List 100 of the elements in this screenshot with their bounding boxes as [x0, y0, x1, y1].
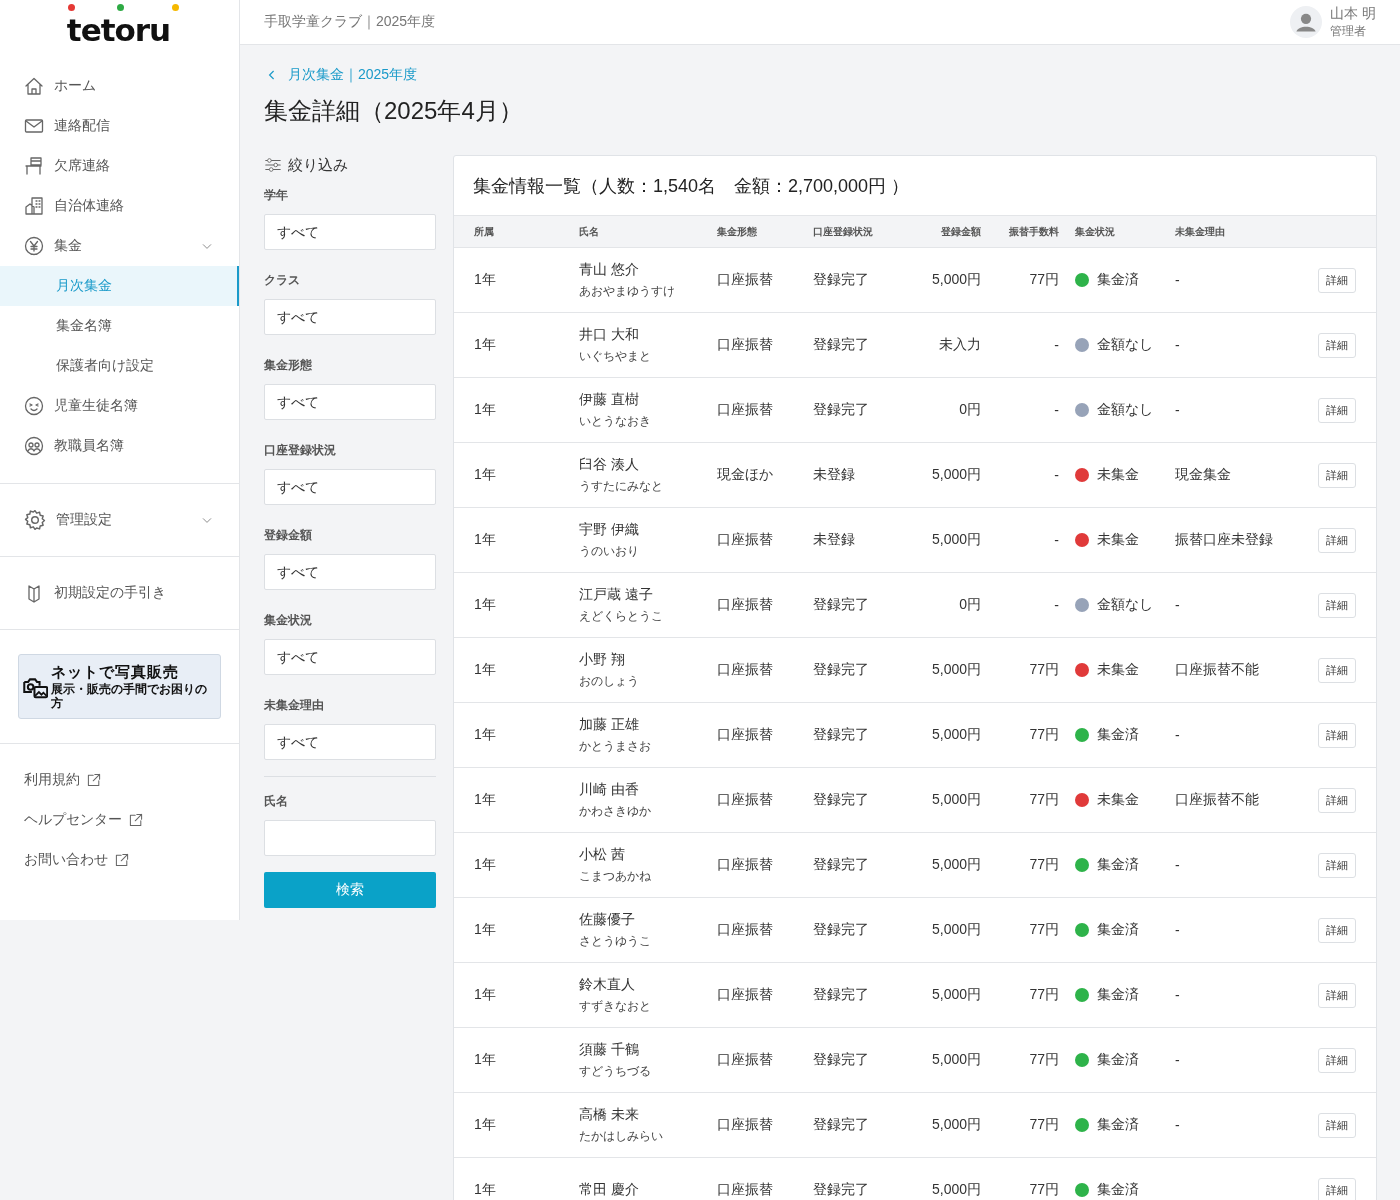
nav-item[interactable]: 自治体連絡 [0, 186, 239, 226]
status-label: 集金済 [1097, 1051, 1139, 1069]
house-icon [24, 76, 44, 96]
select-field[interactable]: すべて [264, 299, 436, 335]
table-cell-text: 1年 [474, 661, 497, 679]
name-input-field[interactable] [264, 820, 436, 856]
detail-button[interactable]: 詳細 [1318, 527, 1356, 553]
status-label: 金額なし [1097, 336, 1153, 354]
table-cell-text: - [1174, 727, 1181, 743]
select-field[interactable]: すべて [264, 724, 436, 760]
detail-button[interactable]: 詳細 [1318, 592, 1356, 618]
student-kana: すずきなおと [579, 997, 652, 1015]
student-name: 青山 悠介 [579, 260, 640, 279]
table-cell-text: 登録完了 [813, 336, 870, 354]
status-label: 未集金 [1097, 661, 1139, 679]
table-cell-text: 77円 [1028, 921, 1060, 939]
select-field[interactable]: すべて [264, 384, 436, 420]
table-cell-text: 口座振替 [717, 336, 774, 354]
detail-button[interactable]: 詳細 [1318, 657, 1356, 683]
nav-item[interactable]: 連絡配信 [0, 106, 239, 146]
detail-button[interactable]: 詳細 [1318, 397, 1356, 423]
table-cell-text: 登録完了 [813, 921, 870, 939]
nav-subitem[interactable]: 集金名簿 [0, 306, 239, 346]
external-link-icon [114, 852, 130, 868]
status-label: 金額なし [1097, 596, 1153, 614]
detail-button[interactable]: 詳細 [1318, 1047, 1356, 1073]
status-label: 集金済 [1097, 986, 1139, 1004]
user-name: 山本 明 [1330, 4, 1376, 22]
field-label: 氏名 [264, 793, 289, 810]
column-header: 集金形態 [717, 224, 758, 239]
table-cell-text: 口座振替 [717, 986, 774, 1004]
table-cell-text: 5,000円 [930, 856, 982, 874]
column-header: 口座登録状況 [813, 224, 874, 239]
student-name: 佐藤優子 [579, 910, 636, 929]
table-cell-text: - [1174, 402, 1181, 418]
status-label: 金額なし [1097, 401, 1153, 419]
table-cell-text: 登録完了 [813, 791, 870, 809]
table-cell-text: 口座振替 [717, 661, 774, 679]
detail-button[interactable]: 詳細 [1318, 1112, 1356, 1138]
column-header: 振替手数料 [1008, 224, 1060, 239]
detail-button[interactable]: 詳細 [1318, 982, 1356, 1008]
nav-item[interactable]: 集金 [0, 226, 239, 266]
table-cell-text: 1年 [474, 271, 497, 289]
table-cell-text: 口座振替 [717, 1181, 774, 1199]
table-cell-text: - [1053, 597, 1060, 613]
table-cell-text: 77円 [1028, 1051, 1060, 1069]
table-cell-text: 口座振替 [717, 271, 774, 289]
chair-icon [24, 156, 44, 176]
status-label: 集金済 [1097, 921, 1139, 939]
detail-button[interactable]: 詳細 [1318, 917, 1356, 943]
table-cell-text: 1年 [474, 466, 497, 484]
select-field[interactable]: すべて [264, 469, 436, 505]
detail-button[interactable]: 詳細 [1318, 787, 1356, 813]
table-cell-text: 5,000円 [930, 791, 982, 809]
table-cell-text: 登録完了 [813, 271, 870, 289]
table-cell-text: 77円 [1028, 1181, 1060, 1199]
detail-button[interactable]: 詳細 [1318, 332, 1356, 358]
filter-label: 学年 [264, 187, 289, 204]
detail-button[interactable]: 詳細 [1318, 267, 1356, 293]
table-cell-text: 5,000円 [930, 986, 982, 1004]
filter-title: 絞り込み [288, 155, 348, 175]
detail-button[interactable]: 詳細 [1318, 462, 1356, 488]
table-cell-text: 登録完了 [813, 726, 870, 744]
detail-button[interactable]: 詳細 [1318, 722, 1356, 748]
column-header: 所属 [474, 224, 495, 239]
envelope-icon [24, 116, 44, 136]
student-kana: たかはしみらい [579, 1127, 664, 1145]
avatar-icon [1290, 6, 1323, 38]
student-name: 江戸蔵 遠子 [579, 585, 654, 604]
table-cell-text: - [1174, 272, 1181, 288]
table-cell-text: 現金ほか [717, 466, 774, 484]
table-cell-text: 1年 [474, 1051, 497, 1069]
table-cell-text: 登録完了 [813, 596, 870, 614]
student-kana: すどうちづる [579, 1062, 652, 1080]
detail-button[interactable]: 詳細 [1318, 852, 1356, 878]
nav-item[interactable]: 教職員名簿 [0, 426, 239, 466]
column-header: 未集金理由 [1174, 224, 1226, 239]
nav-item[interactable]: 欠席連絡 [0, 146, 239, 186]
student-name: 小松 茜 [579, 845, 626, 864]
nav-item[interactable]: 児童生徒名簿 [0, 386, 239, 426]
external-link[interactable]: お問い合わせ [24, 851, 108, 869]
select-field[interactable]: すべて [264, 639, 436, 675]
external-link[interactable]: ヘルプセンター [24, 811, 122, 829]
nav-subitem[interactable]: 保護者向け設定 [0, 346, 239, 386]
table-cell-text: 口座振替 [717, 401, 774, 419]
student-name: 宇野 伊織 [579, 520, 640, 539]
student-kana: かわさきゆか [579, 802, 652, 820]
face-outline-icon [24, 396, 44, 416]
nav-item[interactable]: 管理設定 [0, 500, 239, 540]
nav-item[interactable]: 初期設定の手引き [0, 573, 239, 613]
status-label: 集金済 [1097, 726, 1139, 744]
detail-button[interactable]: 詳細 [1318, 1177, 1356, 1200]
nav-item[interactable]: ホーム [0, 66, 239, 106]
external-link[interactable]: 利用規約 [24, 771, 80, 789]
select-field[interactable]: すべて [264, 214, 436, 250]
table-cell-text: 1年 [474, 726, 497, 744]
table-cell-text: 5,000円 [930, 1181, 982, 1199]
select-field[interactable]: すべて [264, 554, 436, 590]
student-name: 須藤 千鶴 [579, 1040, 640, 1059]
photo-sales-banner[interactable]: ネットで写真販売 展示・販売の手間でお困りの方 [18, 654, 221, 719]
